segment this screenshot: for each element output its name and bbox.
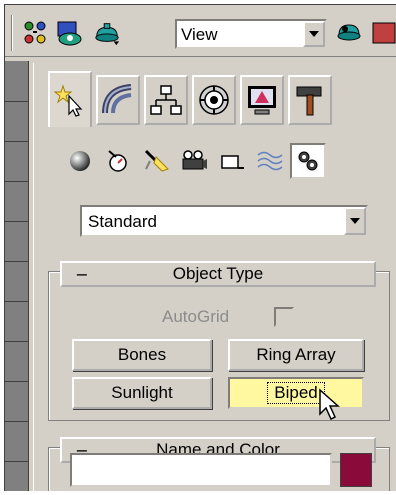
tab-utilities[interactable] bbox=[288, 75, 332, 125]
viewport-edge bbox=[5, 61, 29, 491]
view-dropdown-value: View bbox=[181, 25, 218, 44]
toolbar-separator bbox=[11, 15, 13, 51]
motion-icon bbox=[199, 85, 229, 115]
chevron-down-icon[interactable] bbox=[303, 21, 325, 47]
autogrid-label: AutoGrid bbox=[162, 307, 230, 326]
tab-create[interactable] bbox=[48, 71, 92, 127]
ring-array-button-label: Ring Array bbox=[256, 345, 336, 364]
select-and-link-icon[interactable] bbox=[21, 19, 49, 47]
tab-display[interactable] bbox=[240, 75, 284, 125]
tab-motion[interactable] bbox=[192, 75, 236, 125]
create-icon bbox=[53, 84, 83, 117]
object-type-title: Object Type bbox=[172, 264, 264, 283]
material-editor-icon[interactable] bbox=[55, 19, 83, 47]
application-frame: View Standard − Object Type AutoGrid Bon… bbox=[4, 4, 396, 491]
object-type-rollout-header[interactable]: − Object Type bbox=[60, 261, 376, 287]
chevron-down-icon[interactable] bbox=[344, 207, 366, 235]
render-scene-icon[interactable] bbox=[93, 19, 121, 47]
ring-array-button[interactable]: Ring Array bbox=[228, 339, 364, 371]
mouse-pointer-icon bbox=[319, 388, 340, 421]
tab-modify[interactable] bbox=[96, 75, 140, 125]
main-toolbar: View bbox=[5, 5, 396, 57]
command-panel: Standard − Object Type AutoGrid Bones Ri… bbox=[33, 63, 396, 491]
quick-render-icon[interactable] bbox=[335, 19, 363, 47]
tab-hierarchy[interactable] bbox=[144, 75, 188, 125]
sunlight-button-label: Sunlight bbox=[111, 383, 173, 402]
display-icon bbox=[248, 86, 276, 115]
object-color-swatch[interactable] bbox=[340, 453, 372, 487]
render-last-icon[interactable] bbox=[369, 19, 396, 47]
category-dropdown[interactable]: Standard bbox=[80, 205, 368, 237]
lights-icon[interactable] bbox=[138, 143, 174, 179]
systems-icon[interactable] bbox=[290, 143, 326, 179]
bones-button[interactable]: Bones bbox=[72, 339, 212, 371]
helpers-icon[interactable] bbox=[214, 143, 250, 179]
geometry-sphere-icon[interactable] bbox=[62, 143, 98, 179]
hierarchy-icon bbox=[150, 85, 182, 115]
modify-icon bbox=[102, 84, 132, 114]
bones-button-label: Bones bbox=[117, 345, 167, 364]
shapes-icon[interactable] bbox=[100, 143, 136, 179]
object-name-input[interactable] bbox=[70, 453, 332, 487]
biped-button-label: Biped bbox=[267, 382, 325, 404]
autogrid-checkbox[interactable] bbox=[274, 307, 294, 327]
collapse-icon: − bbox=[75, 264, 89, 284]
category-dropdown-value: Standard bbox=[88, 212, 157, 231]
cameras-icon[interactable] bbox=[176, 143, 212, 179]
sunlight-button[interactable]: Sunlight bbox=[72, 377, 212, 409]
utilities-icon bbox=[296, 86, 322, 116]
view-dropdown[interactable]: View bbox=[175, 19, 327, 49]
space-warps-icon[interactable] bbox=[252, 143, 288, 179]
